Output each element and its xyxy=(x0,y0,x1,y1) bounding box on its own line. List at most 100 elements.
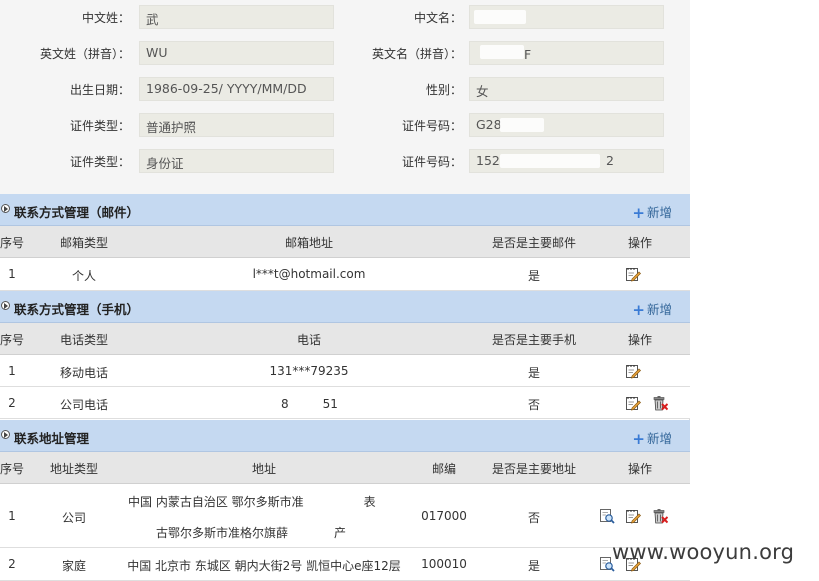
add-email-button[interactable]: + 新增 xyxy=(632,202,672,222)
phone-number: 8 51 xyxy=(281,396,338,411)
address-type: 家庭 xyxy=(61,559,87,573)
id-type-field[interactable]: 普通护照 xyxy=(139,113,334,137)
zip-code: 100010 xyxy=(421,557,467,571)
id-number-label: 证件号码： xyxy=(401,119,462,133)
address-table-header: 序号 地址类型 地址 邮编 是否是主要地址 操作 xyxy=(0,452,690,484)
address-line2-tail: 产 xyxy=(334,526,347,540)
cn-given-field[interactable] xyxy=(469,5,664,29)
email-section-header: 联系方式管理（邮件） + 新增 xyxy=(0,194,690,226)
row-no: 1 xyxy=(8,364,16,378)
id-number-tail: 2 xyxy=(606,153,614,168)
view-icon[interactable] xyxy=(599,508,615,524)
en-surname-label: 英文姓（拼音）： xyxy=(39,47,130,61)
edit-icon[interactable] xyxy=(625,395,641,411)
col-is-primary-phone: 是否是主要手机 xyxy=(491,333,577,347)
id-number-value: G28 xyxy=(476,117,502,132)
en-given-value: F xyxy=(523,47,532,62)
phone-number: 131***79235 xyxy=(269,364,349,378)
form-row-birth-gender: 出生日期： 1986-09-25/ YYYY/MM/DD 性别： 女 xyxy=(0,77,690,101)
row-no: 2 xyxy=(8,557,16,571)
is-primary: 是 xyxy=(527,269,541,283)
form-row-id-passport: 证件类型： 普通护照 证件号码： G28 xyxy=(0,113,690,137)
add-address-label: 新增 xyxy=(646,431,672,446)
zip-code: 017000 xyxy=(421,509,467,523)
redaction-mask xyxy=(480,45,524,59)
address-type: 公司 xyxy=(61,511,87,525)
table-row: 1 个人 l***t@hotmail.com 是 xyxy=(0,258,690,291)
id-number-field[interactable]: 152 2 xyxy=(469,149,664,173)
phone-type: 移动电话 xyxy=(59,366,109,380)
id-number-field[interactable]: G28 xyxy=(469,113,664,137)
table-row: 1 移动电话 131***79235 是 xyxy=(0,355,690,387)
phone-section-title: 联系方式管理（手机） xyxy=(14,302,140,317)
id-type-label: 证件类型： xyxy=(69,155,130,169)
id-number-label: 证件号码： xyxy=(401,155,462,169)
table-row: 2 家庭 中国 北京市 东城区 朝内大街2号 凯恒中心e座12层 100010 … xyxy=(0,548,690,581)
col-is-primary-email: 是否是主要邮件 xyxy=(491,236,577,250)
edit-icon[interactable] xyxy=(625,266,641,282)
form-row-english-name: 英文姓（拼音）： WU 英文名（拼音）： F xyxy=(0,41,690,65)
phone-section-header: 联系方式管理（手机） + 新增 xyxy=(0,291,690,323)
birth-date-label: 出生日期： xyxy=(69,83,130,97)
profile-form: 中文姓： 武 中文名： 英文姓（拼音）： WU 英文名（拼音）： F 出生日期：… xyxy=(0,0,690,194)
is-primary: 否 xyxy=(527,398,541,412)
col-actions: 操作 xyxy=(627,236,653,250)
col-email-address: 邮箱地址 xyxy=(284,236,334,250)
delete-icon[interactable] xyxy=(652,395,668,411)
col-actions: 操作 xyxy=(627,462,653,476)
plus-icon: + xyxy=(632,301,645,319)
col-address-type: 地址类型 xyxy=(49,462,99,476)
add-phone-button[interactable]: + 新增 xyxy=(632,299,672,319)
col-phone-type: 电话类型 xyxy=(59,333,109,347)
delete-icon[interactable] xyxy=(652,508,668,524)
cn-surname-field[interactable]: 武 xyxy=(139,5,334,29)
row-no: 2 xyxy=(8,396,16,410)
address-section-title: 联系地址管理 xyxy=(14,431,90,446)
email-table-header: 序号 邮箱类型 邮箱地址 是否是主要邮件 操作 xyxy=(0,226,690,258)
en-given-label: 英文名（拼音）： xyxy=(371,47,462,61)
id-type-label: 证件类型： xyxy=(69,119,130,133)
cn-surname-label: 中文姓： xyxy=(81,11,130,25)
email-section-title: 联系方式管理（邮件） xyxy=(14,205,140,220)
col-is-primary-address: 是否是主要地址 xyxy=(491,462,577,476)
row-no: 1 xyxy=(8,267,16,281)
address-line2: 古鄂尔多斯市准格尔旗薛 xyxy=(156,526,289,540)
address-line: 古鄂尔多斯市准格尔旗薛 产 xyxy=(156,524,346,541)
email-address: l***t@hotmail.com xyxy=(252,267,366,281)
table-row: 1 公司 中国 内蒙古自治区 鄂尔多斯市准 表 古鄂尔多斯市准格尔旗薛 产 0170… xyxy=(0,484,690,548)
table-row: 2 公司电话 8 51 否 xyxy=(0,387,690,419)
en-given-field[interactable]: F xyxy=(469,41,664,65)
member-profile-panel: 中文姓： 武 中文名： 英文姓（拼音）： WU 英文名（拼音）： F 出生日期：… xyxy=(0,0,690,581)
form-row-chinese-name: 中文姓： 武 中文名： xyxy=(0,5,690,29)
id-number-value: 152 xyxy=(476,153,500,168)
cn-given-label: 中文名： xyxy=(413,11,462,25)
edit-icon[interactable] xyxy=(625,508,641,524)
col-no: 序号 xyxy=(0,236,25,250)
gender-label: 性别： xyxy=(425,83,462,97)
phone-number-head: 8 xyxy=(281,397,289,411)
gender-field[interactable]: 女 xyxy=(469,77,664,101)
collapse-arrow-icon[interactable] xyxy=(1,204,10,213)
col-zip: 邮编 xyxy=(431,462,457,476)
address-line: 中国 北京市 东城区 朝内大街2号 凯恒中心e座12层 xyxy=(127,559,401,573)
phone-type: 公司电话 xyxy=(59,398,109,412)
col-phone: 电话 xyxy=(296,333,322,347)
birth-date-field[interactable]: 1986-09-25/ YYYY/MM/DD xyxy=(139,77,334,101)
collapse-arrow-icon[interactable] xyxy=(1,301,10,310)
col-email-type: 邮箱类型 xyxy=(59,236,109,250)
redaction-mask xyxy=(474,10,526,24)
email-type: 个人 xyxy=(71,269,97,283)
address-line: 中国 内蒙古自治区 鄂尔多斯市准 表 xyxy=(128,493,376,510)
id-type-field[interactable]: 身份证 xyxy=(139,149,334,173)
edit-icon[interactable] xyxy=(625,363,641,379)
en-surname-field[interactable]: WU xyxy=(139,41,334,65)
is-primary: 否 xyxy=(527,511,541,525)
add-email-label: 新增 xyxy=(646,205,672,220)
address-line1: 中国 内蒙古自治区 鄂尔多斯市准 xyxy=(128,495,304,509)
form-row-id-card: 证件类型： 身份证 证件号码： 152 2 xyxy=(0,149,690,173)
address-line1-tail: 表 xyxy=(363,495,376,509)
collapse-arrow-icon[interactable] xyxy=(1,430,10,439)
is-primary: 是 xyxy=(527,366,541,380)
phone-number-tail: 51 xyxy=(322,397,338,411)
add-address-button[interactable]: + 新增 xyxy=(632,428,672,448)
